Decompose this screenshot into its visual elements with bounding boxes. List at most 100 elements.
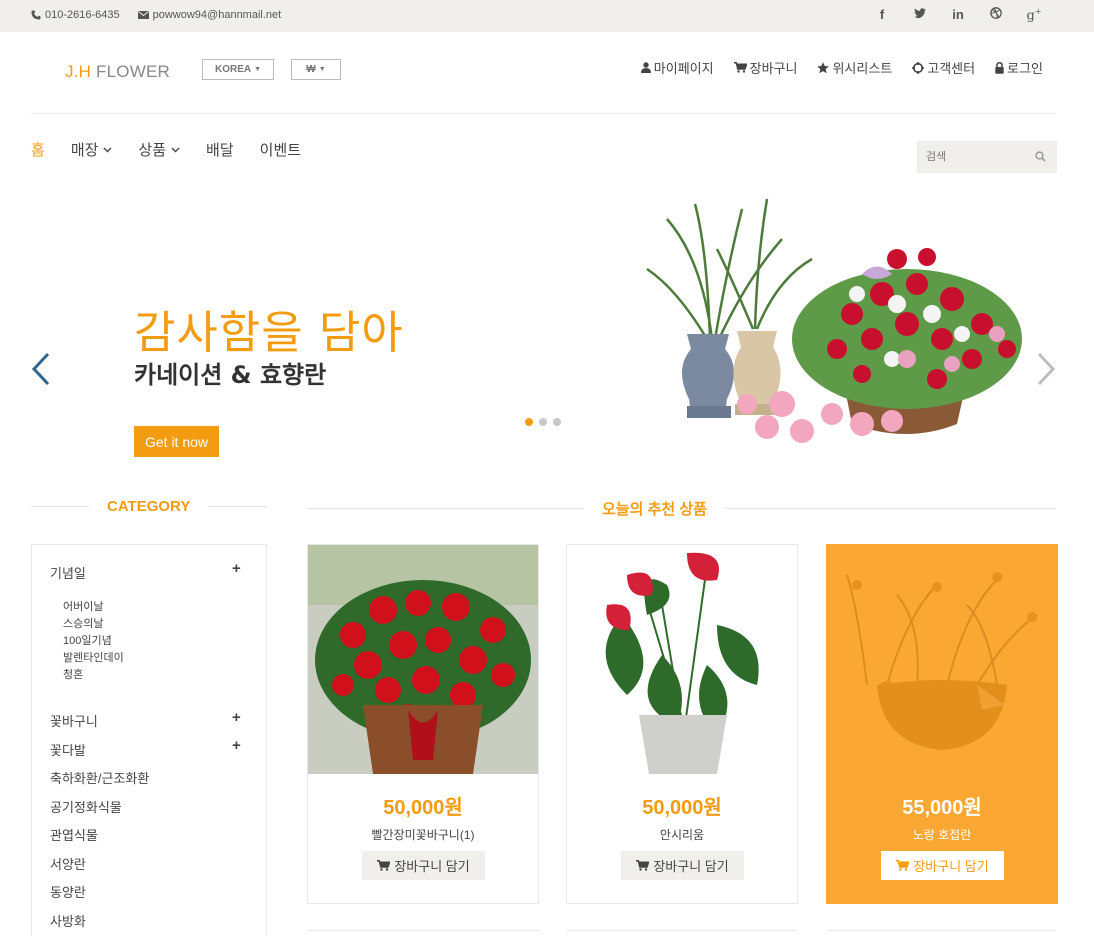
add-to-cart-button[interactable]: 장바구니 담기 [881, 851, 1004, 880]
nav-store-label: 매장 [70, 142, 99, 159]
mypage-label: 마이페이지 [653, 61, 714, 76]
category-title: CATEGORY [107, 498, 191, 515]
product-card[interactable]: 55,000원 노랑 호접란 장바구니 담기 [826, 544, 1058, 904]
products-heading: 오늘의 추천 상품 [307, 498, 1056, 519]
plus-icon[interactable]: + [232, 737, 241, 754]
lock-icon [995, 61, 1004, 74]
dribbble-icon[interactable] [988, 7, 1004, 23]
currency-select[interactable]: ₩ ▼ [291, 59, 341, 80]
nav-delivery[interactable]: 배달 [206, 139, 234, 160]
category-item[interactable]: 축하화환/근조화환 [50, 768, 149, 787]
next-row-card-edge [307, 930, 539, 931]
nav-home[interactable]: 홈 [31, 139, 45, 160]
login-label: 로그인 [1007, 61, 1043, 76]
plus-icon[interactable]: + [232, 560, 241, 577]
add-to-cart-label: 장바구니 담기 [653, 859, 729, 874]
slider-dots [525, 418, 561, 426]
hero-cta-button[interactable]: Get it now [134, 426, 219, 457]
facebook-icon[interactable]: f [874, 7, 890, 23]
category-item[interactable]: 동양란 [50, 882, 86, 901]
add-to-cart-label: 장바구니 담기 [394, 859, 470, 874]
hero-title: 감사함을 담아 [134, 306, 404, 359]
user-icon [640, 62, 651, 73]
cart-icon [636, 860, 650, 871]
product-card[interactable]: 50,000원 안시리움 장바구니 담기 [566, 544, 798, 904]
product-name[interactable]: 노랑 호접란 [827, 826, 1057, 843]
support-icon [912, 61, 925, 74]
phone-icon [31, 10, 41, 20]
email-address: powwow94@hannmail.net [152, 9, 282, 21]
star-icon [817, 61, 830, 73]
heading-line [724, 508, 1056, 509]
slider-dot[interactable] [525, 418, 533, 426]
product-image-yellow-orchid [827, 545, 1057, 774]
category-item[interactable]: 서양란 [50, 854, 86, 873]
chevron-down-icon [103, 147, 112, 152]
add-to-cart-button[interactable]: 장바구니 담기 [362, 851, 485, 880]
product-price: 50,000원 [642, 797, 722, 819]
category-heading: CATEGORY [31, 498, 267, 515]
nav-store[interactable]: 매장 [71, 139, 113, 160]
email-contact[interactable]: powwow94@hannmail.net [137, 9, 282, 21]
subcategory-item[interactable]: 100일기념 [63, 632, 112, 648]
logo-prefix: J.H [65, 62, 92, 81]
nav-mypage[interactable]: 마이페이지 [640, 58, 714, 77]
social-links: f in g+ [874, 7, 1042, 23]
support-label: 고객센터 [927, 61, 976, 76]
google-plus-icon[interactable]: g+ [1026, 7, 1042, 23]
product-price: 55,000원 [902, 797, 982, 819]
add-to-cart-button[interactable]: 장바구니 담기 [621, 851, 744, 880]
site-logo[interactable]: J.H FLOWER [65, 62, 170, 82]
logo-text: FLOWER [96, 62, 170, 81]
category-item[interactable]: 공기정화식물 [50, 797, 122, 816]
subcategory-item[interactable]: 청혼 [63, 666, 83, 682]
nav-support[interactable]: 고객센터 [912, 58, 975, 77]
caret-down-icon: ▼ [254, 66, 262, 73]
category-list: 기념일 + 어버이날 스승의날 100일기념 발렌타인데이 청혼 꽃바구니 + … [31, 544, 267, 936]
nav-home-label: 홈 [31, 142, 45, 159]
user-nav: 마이페이지 장바구니 위시리스트 고객센터 로그인 [640, 58, 1043, 77]
category-item[interactable]: 사방화 [50, 911, 86, 930]
phone-contact: 010-2616-6435 [31, 9, 120, 21]
nav-wishlist[interactable]: 위시리스트 [817, 58, 892, 77]
main-nav: 홈 매장 상품 배달 이벤트 [31, 139, 301, 160]
heading-line [31, 506, 89, 507]
nav-event-label: 이벤트 [259, 142, 302, 159]
header-divider [31, 113, 1056, 114]
subcategory-item[interactable]: 발렌타인데이 [63, 649, 124, 665]
slider-next-arrow[interactable] [1036, 352, 1056, 386]
twitter-icon[interactable] [912, 7, 928, 23]
products-title: 오늘의 추천 상품 [602, 501, 707, 518]
product-card[interactable]: 50,000원 빨간장미꽃바구니(1) 장바구니 담기 [307, 544, 539, 904]
slider-dot[interactable] [539, 418, 547, 426]
category-item[interactable]: 꽃바구니 [50, 711, 98, 730]
country-select[interactable]: KOREA ▼ [202, 59, 274, 80]
phone-number: 010-2616-6435 [45, 9, 120, 21]
product-image-anthurium [567, 545, 797, 774]
top-bar: 010-2616-6435 powwow94@hannmail.net f in… [0, 0, 1094, 32]
plus-icon[interactable]: + [232, 709, 241, 726]
slider-prev-arrow[interactable] [31, 352, 51, 386]
caret-down-icon: ▼ [318, 66, 326, 73]
search-icon[interactable] [1035, 151, 1046, 162]
cart-icon [896, 860, 910, 871]
slider-dot[interactable] [553, 418, 561, 426]
product-image-red-roses [308, 545, 538, 774]
subcategory-item[interactable]: 스승의날 [63, 615, 103, 631]
search-input[interactable] [917, 141, 1027, 173]
next-row-card-edge [826, 930, 1056, 931]
category-item[interactable]: 관엽식물 [50, 825, 98, 844]
product-name[interactable]: 안시리움 [567, 826, 797, 843]
category-item[interactable]: 꽃다발 [50, 740, 86, 759]
nav-cart[interactable]: 장바구니 [733, 58, 797, 77]
category-item[interactable]: 기념일 [50, 563, 86, 582]
nav-login[interactable]: 로그인 [995, 58, 1043, 77]
linkedin-icon[interactable]: in [950, 7, 966, 23]
nav-event[interactable]: 이벤트 [260, 139, 301, 160]
nav-products[interactable]: 상품 [138, 139, 180, 160]
chevron-down-icon [171, 147, 180, 152]
subcategory-item[interactable]: 어버이날 [63, 598, 103, 614]
product-name[interactable]: 빨간장미꽃바구니(1) [308, 826, 538, 843]
cart-icon [733, 62, 747, 73]
product-price: 50,000원 [383, 797, 463, 819]
